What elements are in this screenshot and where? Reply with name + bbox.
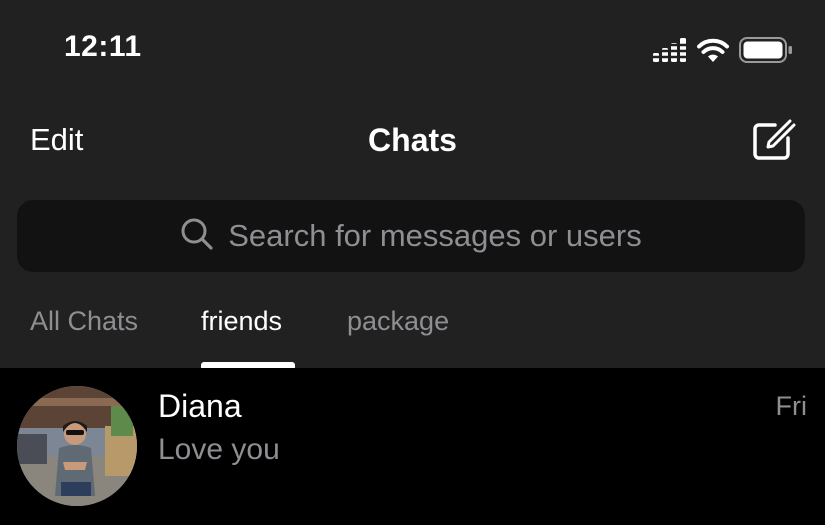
tab-package[interactable]: package	[347, 306, 449, 337]
avatar	[17, 386, 137, 506]
chat-name: Diana	[158, 388, 242, 424]
status-icons	[653, 36, 793, 64]
chat-timestamp: Fri	[775, 391, 807, 421]
header-area: 12:11 Edit Chats Search for messages or …	[0, 0, 825, 368]
status-time: 12:11	[64, 30, 142, 63]
tab-all-chats[interactable]: All Chats	[30, 306, 138, 337]
tab-friends[interactable]: friends	[201, 306, 282, 337]
chat-list-item[interactable]: Diana Love you Fri	[0, 369, 825, 525]
chat-preview: Love you	[158, 433, 280, 466]
compose-icon[interactable]	[753, 116, 797, 167]
signal-bars-icon	[653, 38, 687, 62]
battery-icon	[739, 37, 793, 63]
active-tab-indicator	[201, 362, 295, 368]
search-input[interactable]: Search for messages or users	[17, 200, 805, 272]
search-icon	[180, 217, 214, 256]
wifi-icon	[697, 38, 729, 62]
page-title: Chats	[368, 122, 457, 158]
chat-folder-tabs: All Chats friends package	[0, 290, 825, 368]
nav-bar: Edit Chats	[0, 110, 825, 170]
search-placeholder: Search for messages or users	[228, 218, 642, 253]
status-bar: 12:11	[0, 0, 825, 100]
